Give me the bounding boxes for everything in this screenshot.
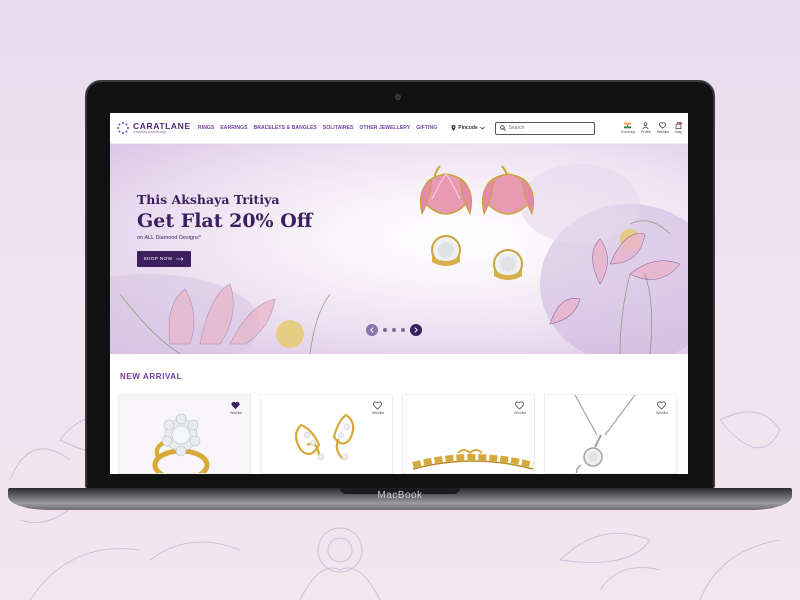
wishlist-text: Wishlist — [371, 411, 384, 415]
profile-button[interactable]: Profile — [641, 122, 651, 134]
webcam — [395, 94, 401, 100]
carousel-dot[interactable] — [392, 328, 396, 332]
chevron-left-icon — [370, 327, 374, 333]
bag-button[interactable]: Bag — [675, 122, 682, 134]
pincode-selector[interactable]: Pincode — [451, 125, 485, 131]
currency-button[interactable]: Currency — [621, 122, 635, 134]
hero-text: This Akshaya Tritiya Get Flat 20% Off on… — [137, 192, 312, 267]
bag-icon — [675, 122, 682, 129]
carousel-next-button[interactable] — [410, 324, 422, 336]
heart-icon — [373, 401, 383, 410]
product-card-ring[interactable]: Wishlist — [118, 394, 251, 474]
wishlist-toggle[interactable]: Wishlist — [372, 401, 384, 415]
wishlist-toggle[interactable]: Wishlist — [230, 401, 242, 415]
site-header: CARATLANE a tanishq partnership RINGS EA… — [110, 113, 688, 144]
logo-mark-icon — [117, 122, 129, 134]
carousel-dot[interactable] — [383, 328, 387, 332]
hero-headline: Get Flat 20% Off — [137, 210, 313, 232]
wishlist-text: Wishlist — [655, 411, 668, 415]
product-card-earrings[interactable]: Wishlist — [260, 394, 393, 474]
shop-now-button[interactable]: SHOP NOW — [137, 251, 191, 267]
header-icons: Currency Profile Wishlist Bag — [621, 122, 682, 134]
new-arrival-cards: Wishlist Wishlist Wishlist Wishlist — [118, 394, 688, 474]
carousel-dot[interactable] — [401, 328, 405, 332]
hero-subtext: on ALL Diamond Designs* — [137, 235, 202, 241]
hero-eyebrow: This Akshaya Tritiya — [137, 192, 280, 207]
heart-icon — [657, 401, 667, 410]
profile-label: Profile — [641, 130, 651, 134]
nav-other-jewellery[interactable]: OTHER JEWELLERY — [359, 125, 410, 131]
heart-icon — [659, 122, 667, 129]
wishlist-text: Wishlist — [229, 411, 242, 415]
hero-banner[interactable]: This Akshaya Tritiya Get Flat 20% Off on… — [110, 144, 688, 354]
main-nav: RINGS EARRINGS BRACELETS & BANGLES SOLIT… — [198, 125, 437, 131]
wishlist-text: Wishlist — [513, 411, 526, 415]
nav-earrings[interactable]: EARRINGS — [220, 125, 247, 131]
heart-filled-icon — [231, 401, 241, 410]
search-box[interactable] — [494, 121, 595, 135]
currency-label: Currency — [620, 130, 636, 134]
earring-left — [419, 165, 473, 266]
laptop-chin — [87, 474, 713, 488]
nav-bracelets-bangles[interactable]: BRACELETS & BANGLES — [254, 125, 317, 131]
currency-icon — [624, 122, 632, 129]
arrow-right-icon — [176, 257, 184, 261]
caratlane-logo[interactable]: CARATLANE a tanishq partnership — [116, 121, 192, 135]
nav-gifting[interactable]: GIFTING — [416, 125, 437, 131]
browser-screen: CARATLANE a tanishq partnership RINGS EA… — [110, 113, 688, 474]
product-card-pendant[interactable]: Wishlist — [544, 394, 677, 474]
macbook-label: MacBook — [377, 490, 423, 501]
chevron-right-icon — [414, 327, 418, 333]
logo-tagline: a tanishq partnership — [133, 130, 166, 134]
wishlist-toggle[interactable]: Wishlist — [514, 401, 526, 415]
bag-label: Bag — [675, 130, 682, 134]
carousel-prev-button[interactable] — [366, 324, 378, 336]
search-icon — [499, 125, 506, 131]
logo-name: CARATLANE — [133, 120, 191, 131]
nav-solitaires[interactable]: SOLITAIRES — [323, 125, 354, 131]
chevron-down-icon — [479, 126, 485, 130]
heart-icon — [515, 401, 525, 410]
shop-now-label: SHOP NOW — [143, 256, 173, 262]
pincode-label: Pincode — [458, 125, 478, 131]
nav-rings[interactable]: RINGS — [198, 125, 214, 131]
product-card-bracelet[interactable]: Wishlist — [402, 394, 535, 474]
wishlist-toggle[interactable]: Wishlist — [656, 401, 668, 415]
profile-icon — [642, 122, 650, 129]
wishlist-label: Wishlist — [656, 130, 669, 134]
search-input[interactable] — [508, 125, 589, 131]
location-pin-icon — [451, 125, 456, 131]
earring-right — [481, 165, 535, 280]
new-arrival-title: NEW ARRIVAL — [120, 372, 183, 381]
carousel-controls — [366, 324, 422, 336]
wishlist-button[interactable]: Wishlist — [657, 122, 669, 134]
